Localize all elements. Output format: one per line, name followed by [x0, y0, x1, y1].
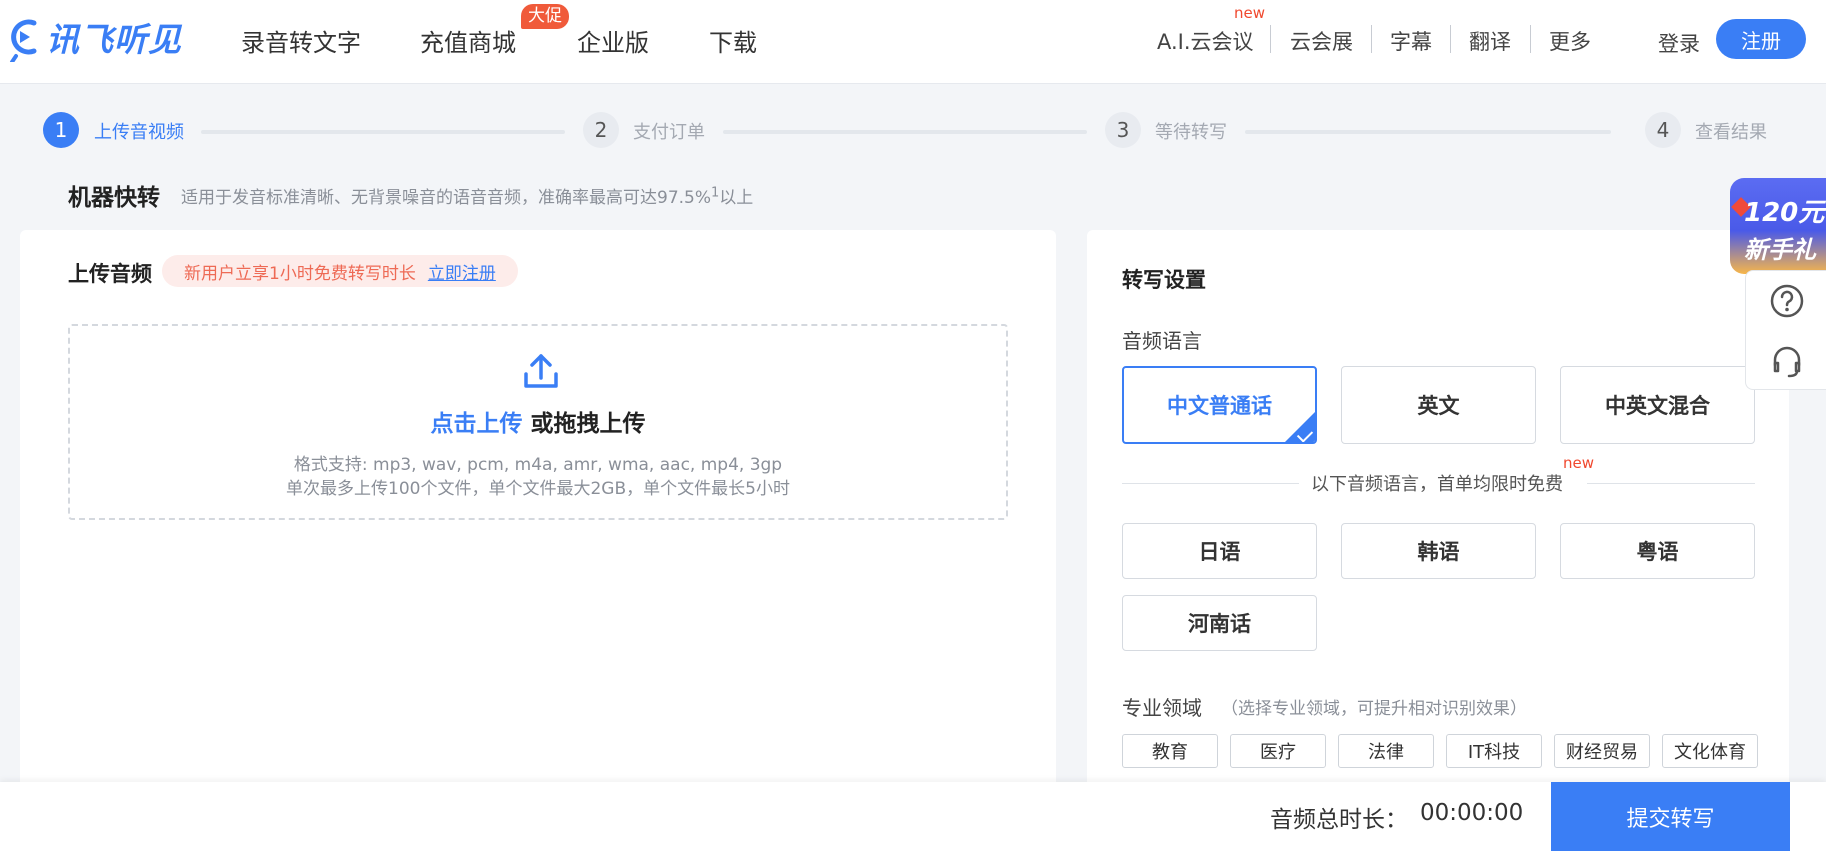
nav-enterprise[interactable]: 企业版	[577, 23, 649, 58]
step-3-number: 3	[1105, 112, 1141, 148]
divider	[1587, 483, 1755, 484]
lang-japanese-label: 日语	[1198, 540, 1241, 564]
side-toolbar	[1745, 270, 1826, 390]
register-button[interactable]: 注册	[1716, 19, 1806, 59]
question-icon	[1770, 284, 1803, 318]
logo-text: 讯飞听见	[46, 20, 182, 59]
nav-download[interactable]: 下载	[709, 23, 757, 58]
mode-description: 适用于发音标准清晰、无背景噪音的语音音频，准确率最高可达97.5%1以上	[181, 183, 753, 208]
logo-icon	[10, 19, 37, 62]
logo[interactable]: 讯飞听见	[6, 12, 182, 62]
upload-title: 上传音频	[68, 262, 152, 286]
lang-henan-label: 河南话	[1188, 612, 1251, 636]
gift-amount: 120元	[1744, 198, 1825, 228]
transcription-settings-panel: 转写设置 音频语言 中文普通话 英文 中英文混合 以下音频语言，首单均限时免费 …	[1087, 230, 1789, 790]
step-3-label: 等待转写	[1155, 122, 1227, 143]
new-user-promo: 新用户立享1小时免费转写时长 立即注册	[162, 255, 518, 287]
total-duration-label: 音频总时长：	[1270, 807, 1408, 833]
upload-dropzone[interactable]: 点击上传 或拖拽上传 格式支持: mp3, wav, pcm, m4a, amr…	[68, 324, 1008, 520]
sale-badge: 大促	[521, 4, 569, 29]
lang-mixed-button[interactable]: 中英文混合	[1560, 366, 1755, 444]
link-subtitles[interactable]: 字幕	[1390, 26, 1432, 56]
step-1-label: 上传音视频	[94, 122, 184, 143]
divider	[1270, 25, 1271, 53]
domain-medical-tag[interactable]: 医疗	[1230, 734, 1326, 768]
lang-henan-button[interactable]: 河南话	[1122, 595, 1317, 651]
new-user-gift-banner[interactable]: 120元 新手礼	[1730, 178, 1826, 274]
domain-education-tag[interactable]: 教育	[1122, 734, 1218, 768]
settings-title: 转写设置	[1122, 268, 1206, 292]
bottom-bar: 音频总时长： 00:00:00 提交转写	[0, 782, 1826, 851]
submit-transcription-button[interactable]: 提交转写	[1551, 782, 1790, 851]
mode-title: 机器快转	[68, 185, 160, 211]
new-tag: new	[1234, 4, 1266, 22]
domain-it-tag[interactable]: IT科技	[1446, 734, 1542, 768]
lang-korean-button[interactable]: 韩语	[1341, 523, 1536, 579]
login-link[interactable]: 登录	[1658, 28, 1700, 58]
lang-mandarin-label: 中文普通话	[1167, 394, 1272, 418]
nav-store[interactable]: 充值商城	[420, 23, 516, 58]
upload-limits: 单次最多上传100个文件，单个文件最大2GB，单个文件最长5小时	[286, 479, 790, 499]
step-4-number: 4	[1645, 112, 1681, 148]
free-languages-note: 以下音频语言，首单均限时免费	[1311, 474, 1563, 495]
mode-desc-text: 适用于发音标准清晰、无背景噪音的语音音频，准确率最高可达97.5%	[181, 188, 712, 208]
domain-label: 专业领域	[1122, 696, 1202, 720]
divider	[1122, 483, 1299, 484]
upload-prompt: 点击上传 或拖拽上传	[70, 404, 1006, 438]
lang-japanese-button[interactable]: 日语	[1122, 523, 1317, 579]
link-cloud-expo[interactable]: 云会展	[1290, 26, 1353, 56]
lang-cantonese-button[interactable]: 粤语	[1560, 523, 1755, 579]
domain-culture-sports-tag[interactable]: 文化体育	[1662, 734, 1758, 768]
upload-icon	[524, 354, 558, 388]
lang-korean-label: 韩语	[1417, 540, 1460, 564]
step-connector	[201, 130, 565, 134]
divider	[1450, 25, 1451, 53]
lang-cantonese-label: 粤语	[1636, 540, 1679, 564]
divider	[1371, 25, 1372, 53]
domain-hint: （选择专业领域，可提升相对识别效果）	[1221, 699, 1527, 719]
step-connector	[1245, 130, 1611, 134]
lang-english-label: 英文	[1417, 394, 1460, 418]
drag-upload-text: 或拖拽上传	[522, 411, 646, 437]
link-more[interactable]: 更多	[1549, 26, 1591, 56]
link-translate[interactable]: 翻译	[1469, 26, 1511, 56]
domain-law-tag[interactable]: 法律	[1338, 734, 1434, 768]
lang-english-button[interactable]: 英文	[1341, 366, 1536, 444]
step-connector	[723, 130, 1087, 134]
new-tag: new	[1563, 454, 1595, 472]
promo-text: 新用户立享1小时免费转写时长	[184, 263, 416, 284]
step-4-label: 查看结果	[1695, 122, 1767, 143]
click-upload-text[interactable]: 点击上传	[430, 411, 522, 437]
link-ai-meeting[interactable]: A.I.云会议	[1157, 26, 1254, 56]
step-2-label: 支付订单	[633, 122, 705, 143]
mode-desc-tail: 以上	[719, 188, 754, 208]
audio-language-label: 音频语言	[1122, 329, 1202, 353]
gift-label: 新手礼	[1744, 236, 1816, 264]
supported-formats: 格式支持: mp3, wav, pcm, m4a, amr, wma, aac,…	[293, 455, 783, 475]
help-button[interactable]	[1746, 271, 1826, 331]
lang-mixed-label: 中英文混合	[1605, 394, 1710, 418]
nav-audio-to-text[interactable]: 录音转文字	[241, 23, 361, 58]
total-duration-value: 00:00:00	[1420, 800, 1524, 826]
upload-panel: 上传音频 新用户立享1小时免费转写时长 立即注册 点击上传 或拖拽上传 格式支持…	[20, 230, 1056, 790]
register-now-link[interactable]: 立即注册	[428, 259, 496, 284]
headset-icon	[1773, 346, 1800, 378]
step-1-number: 1	[43, 112, 79, 148]
customer-service-button[interactable]	[1746, 331, 1826, 391]
domain-finance-tag[interactable]: 财经贸易	[1554, 734, 1650, 768]
lang-mandarin-button[interactable]: 中文普通话	[1122, 366, 1317, 444]
step-2-number: 2	[583, 112, 619, 148]
top-header: 讯飞听见 录音转文字 充值商城 大促 企业版 下载 new A.I.云会议 云会…	[0, 0, 1826, 84]
divider	[1530, 25, 1531, 53]
